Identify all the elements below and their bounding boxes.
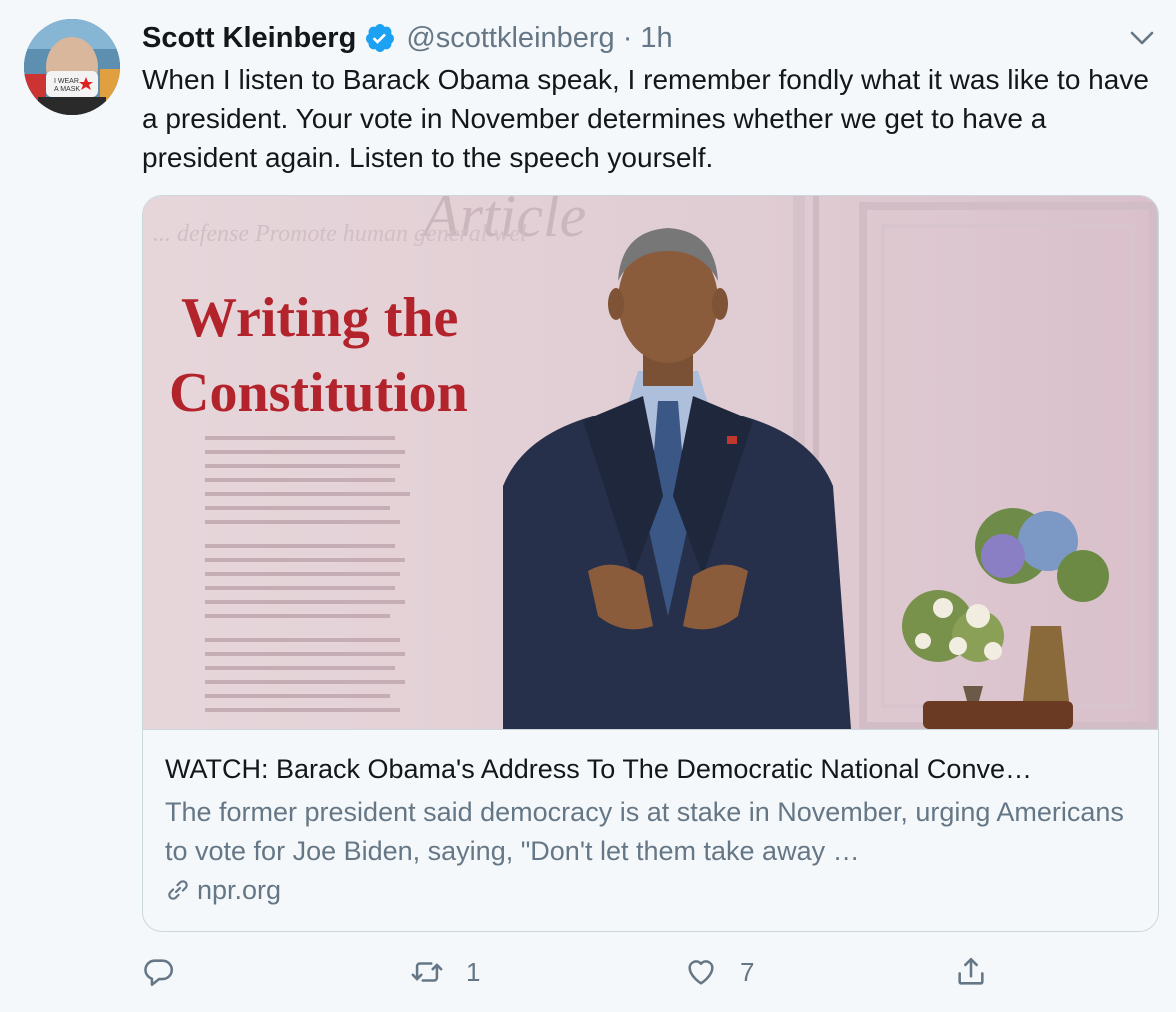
retweet-count: 1 bbox=[466, 956, 481, 987]
card-description: The former president said democracy is a… bbox=[165, 797, 1124, 866]
like-count: 7 bbox=[740, 956, 755, 987]
timestamp[interactable]: 1h bbox=[640, 22, 672, 55]
avatar-image: I WEAR A MASK bbox=[24, 19, 120, 115]
image-heading-line2: Constitution bbox=[169, 362, 468, 424]
svg-text:... defense Promote human gene: ... defense Promote human general wel bbox=[153, 221, 527, 247]
card-domain[interactable]: npr.org bbox=[165, 872, 281, 908]
card-image: Article ... defense Promote human genera… bbox=[143, 196, 1158, 730]
reply-icon bbox=[144, 959, 174, 987]
retweet-button[interactable]: 1 bbox=[410, 950, 480, 994]
verified-badge-icon bbox=[366, 24, 395, 52]
image-heading-line1: Writing the bbox=[181, 287, 458, 349]
share-button[interactable] bbox=[954, 950, 988, 994]
tweet-text: When I listen to Barack Obama speak, I r… bbox=[142, 64, 1149, 173]
share-icon bbox=[958, 957, 984, 985]
card-title[interactable]: WATCH: Barack Obama's Address To The Dem… bbox=[165, 752, 1140, 786]
chevron-down-icon[interactable] bbox=[1128, 27, 1156, 49]
author-name[interactable]: Scott Kleinberg bbox=[142, 22, 356, 55]
svg-text:A MASK: A MASK bbox=[54, 86, 80, 93]
tweet-header: Scott Kleinberg @scottkleinberg · 1h bbox=[142, 18, 673, 58]
avatar[interactable]: I WEAR A MASK bbox=[24, 19, 120, 115]
card-domain-text: npr.org bbox=[197, 875, 282, 905]
like-icon bbox=[688, 960, 714, 985]
svg-text:I WEAR: I WEAR bbox=[54, 78, 79, 85]
retweet-icon bbox=[411, 962, 443, 982]
like-button[interactable]: 7 bbox=[684, 950, 754, 994]
separator-dot: · bbox=[622, 21, 633, 54]
reply-button[interactable] bbox=[142, 950, 198, 994]
link-icon bbox=[168, 880, 188, 900]
link-card[interactable]: Article ... defense Promote human genera… bbox=[142, 195, 1159, 932]
tweet-actions: 1 7 bbox=[142, 950, 1162, 994]
author-handle[interactable]: @scottkleinberg bbox=[406, 22, 614, 55]
tweet[interactable]: I WEAR A MASK Scott Kleinberg @scottklei… bbox=[0, 0, 1176, 1012]
